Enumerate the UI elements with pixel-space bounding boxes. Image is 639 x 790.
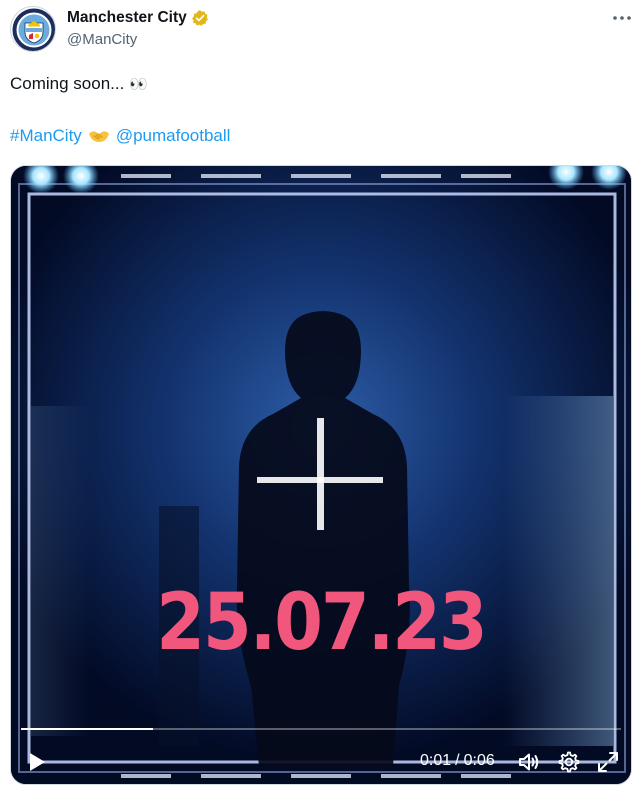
fullscreen-button[interactable]: [596, 750, 620, 774]
video-controls: 0:01/0:06: [11, 744, 631, 780]
handshake-emoji: [88, 127, 110, 145]
volume-icon: [519, 753, 539, 771]
tweet-text: Coming soon... 👀: [10, 72, 149, 96]
fullscreen-expand-icon: [598, 752, 618, 772]
author-block: Manchester City @ManCity: [67, 8, 209, 48]
settings-button[interactable]: [557, 750, 581, 774]
name-row: Manchester City: [67, 8, 209, 28]
duration: 0:06: [463, 752, 495, 769]
video-progress-fill: [21, 728, 153, 730]
tweet-text-body: Coming soon...: [10, 74, 130, 93]
more-options-button[interactable]: [608, 8, 636, 28]
current-time: 0:01: [420, 752, 452, 769]
verified-badge-icon[interactable]: [191, 9, 209, 27]
settings-gear-icon: [558, 751, 580, 773]
video-progress-bar[interactable]: [21, 728, 621, 730]
avatar[interactable]: [10, 6, 56, 52]
mention-link[interactable]: @pumafootball: [116, 124, 231, 148]
display-name[interactable]: Manchester City: [67, 9, 187, 27]
play-button[interactable]: [25, 750, 49, 774]
time-separator: /: [455, 752, 460, 769]
manchester-city-crest-icon: [12, 8, 55, 51]
video-frame: [11, 166, 631, 784]
video-player[interactable]: 25.07.23 0:01/0:06: [10, 165, 632, 785]
video-time: 0:01/0:06: [420, 752, 495, 770]
more-horizontal-icon: [613, 16, 631, 20]
volume-button[interactable]: [517, 750, 541, 774]
date-overlay-text: 25.07.23: [156, 576, 487, 668]
play-icon: [30, 753, 45, 771]
tweet-tags: #ManCity @pumafootball: [10, 124, 230, 148]
handle[interactable]: @ManCity: [67, 31, 209, 48]
tweet: Manchester City @ManCity Coming soon... …: [0, 0, 639, 790]
eyes-emoji: 👀: [129, 75, 149, 93]
hashtag-link[interactable]: #ManCity: [10, 124, 82, 148]
